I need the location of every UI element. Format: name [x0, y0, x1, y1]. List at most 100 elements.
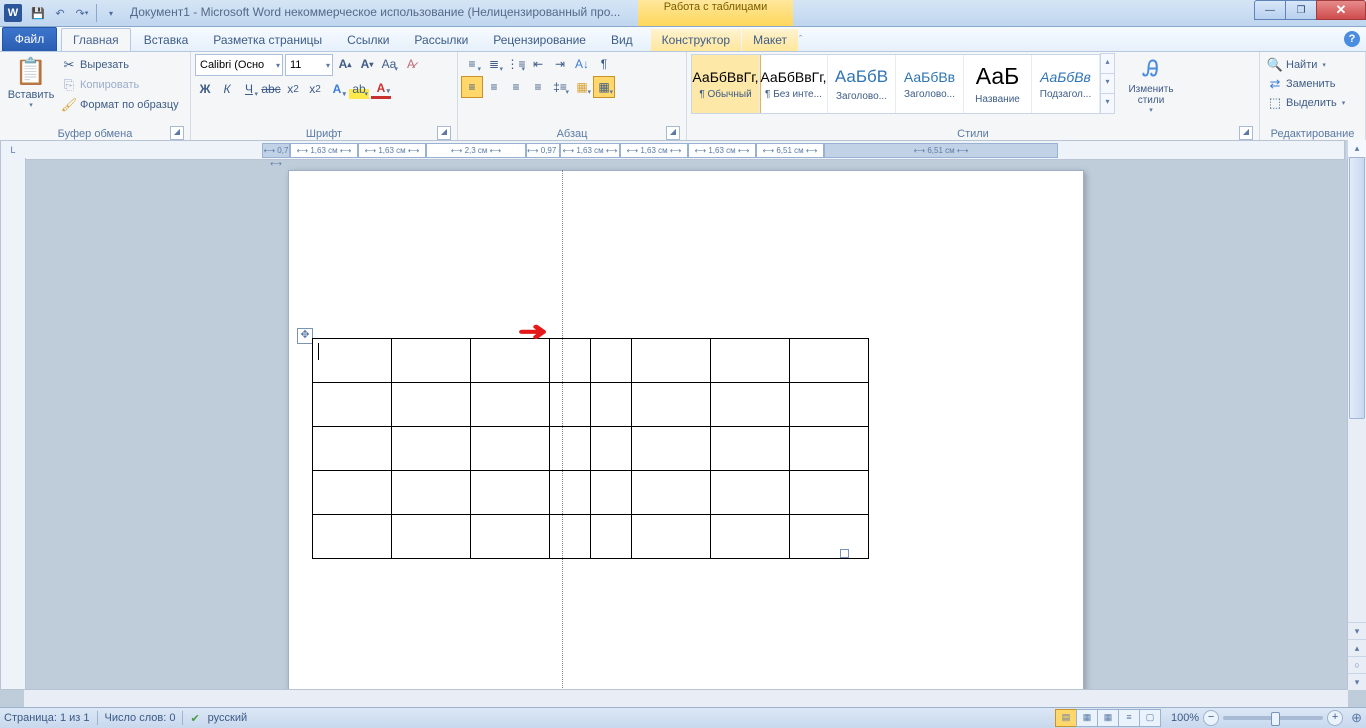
font-color-button[interactable]: A▾ [371, 79, 391, 99]
help-icon[interactable]: ? [1344, 31, 1360, 47]
shading-button[interactable]: ▦▾ [572, 77, 592, 97]
horizontal-ruler[interactable]: ⟷ 0,7 ⟷⟷ 1,63 см ⟷⟷ 1,63 см ⟷⟷ 2,3 см ⟷⟷… [24, 140, 1345, 160]
page-status[interactable]: Страница: 1 из 1 [4, 712, 90, 724]
decrease-indent-button[interactable]: ⇤ [528, 54, 548, 74]
restore-button[interactable]: ❐ [1285, 0, 1317, 20]
justify-button[interactable]: ≡ [528, 77, 548, 97]
table-resize-handle[interactable] [840, 549, 849, 558]
proofing-icon[interactable]: ✔ [190, 712, 199, 725]
grow-font-button[interactable]: A▴ [335, 54, 355, 74]
style-item[interactable]: АаБбВвЗаголово... [896, 55, 964, 113]
font-launcher[interactable]: ◢ [437, 126, 451, 140]
style-item[interactable]: АаБбВвГг,¶ Без инте... [760, 55, 828, 113]
browse-object[interactable]: ○ [1348, 656, 1366, 673]
italic-button[interactable]: К [217, 79, 237, 99]
clipboard-launcher[interactable]: ◢ [170, 126, 184, 140]
replace-button[interactable]: ⇄Заменить [1264, 75, 1361, 93]
undo-button[interactable]: ↶ [50, 3, 70, 23]
styles-launcher[interactable]: ◢ [1239, 126, 1253, 140]
language-status[interactable]: русский [208, 712, 247, 724]
strikethrough-button[interactable]: abc [261, 79, 281, 99]
show-marks-button[interactable]: ¶ [594, 54, 614, 74]
cut-button[interactable]: ✂Вырезать [58, 56, 182, 74]
increase-indent-button[interactable]: ⇥ [550, 54, 570, 74]
change-styles-button[interactable]: Ꭿ Изменить стили ▾ [1119, 54, 1183, 114]
style-item[interactable]: АаБбВЗаголово... [828, 55, 896, 113]
prev-page-nav[interactable]: ▴ [1348, 639, 1366, 656]
review-tab[interactable]: Рецензирование [481, 28, 598, 51]
bullets-button[interactable]: ≡▾ [462, 54, 482, 74]
file-tab[interactable]: Файл [2, 27, 57, 51]
close-button[interactable]: ✕ [1316, 0, 1366, 20]
bold-button[interactable]: Ж [195, 79, 215, 99]
print-layout-view[interactable]: ▤ [1055, 709, 1077, 727]
insert-tab[interactable]: Вставка [132, 28, 201, 51]
qat-customize[interactable]: ▾ [101, 3, 121, 23]
underline-button[interactable]: Ч▾ [239, 79, 259, 99]
view-tab[interactable]: Вид [599, 28, 645, 51]
home-tab[interactable]: Главная [61, 28, 131, 51]
align-right-button[interactable]: ≡ [506, 77, 526, 97]
paragraph-group: ≡▾ ≣▾ ⋮≡▾ ⇤ ⇥ A↓ ¶ ≡ ≡ ≡ ≡ ‡≡▾ ▦▾ ▦▾ Абз… [458, 52, 687, 142]
mailings-tab[interactable]: Рассылки [402, 28, 480, 51]
ruler-corner[interactable]: L [0, 140, 26, 160]
borders-button[interactable]: ▦▾ [594, 77, 614, 97]
highlight-button[interactable]: ab▾ [349, 79, 369, 99]
zoom-fit[interactable]: ⊕ [1351, 710, 1362, 726]
format-painter-button[interactable]: 🖌Формат по образцу [58, 96, 182, 114]
styles-gallery[interactable]: АаБбВвГг,¶ ОбычныйАаБбВвГг,¶ Без инте...… [691, 54, 1101, 114]
copy-button[interactable]: ⎘Копировать [58, 76, 182, 94]
align-left-button[interactable]: ≡ [462, 77, 482, 97]
font-size-combo[interactable]: 11▾ [285, 54, 333, 76]
line-spacing-button[interactable]: ‡≡▾ [550, 77, 570, 97]
font-name-combo[interactable]: Calibri (Осно▾ [195, 54, 283, 76]
shrink-font-button[interactable]: A▾ [357, 54, 377, 74]
zoom-thumb[interactable] [1271, 712, 1280, 726]
save-button[interactable]: 💾 [28, 3, 48, 23]
text-effects-button[interactable]: A▾ [327, 79, 347, 99]
scroll-up[interactable]: ▴ [1347, 140, 1366, 158]
zoom-slider[interactable] [1223, 716, 1323, 720]
minimize-button[interactable]: — [1254, 0, 1286, 20]
table-design-tab[interactable]: Конструктор [651, 29, 741, 51]
document-table[interactable] [312, 338, 869, 559]
sort-button[interactable]: A↓ [572, 54, 592, 74]
change-styles-icon: Ꭿ [1143, 56, 1159, 82]
word-count[interactable]: Число слов: 0 [105, 712, 176, 724]
web-view[interactable]: ▦ [1097, 709, 1119, 727]
subscript-button[interactable]: x2 [283, 79, 303, 99]
change-case-button[interactable]: Aa▾ [379, 54, 399, 74]
redo-button[interactable]: ↷▾ [72, 3, 92, 23]
superscript-button[interactable]: x2 [305, 79, 325, 99]
align-center-button[interactable]: ≡ [484, 77, 504, 97]
scroll-thumb[interactable] [1349, 157, 1365, 419]
draft-view[interactable]: ▢ [1139, 709, 1161, 727]
find-button[interactable]: 🔍Найти▾ [1264, 56, 1361, 74]
paragraph-launcher[interactable]: ◢ [666, 126, 680, 140]
page-layout-tab[interactable]: Разметка страницы [201, 28, 334, 51]
paste-button[interactable]: 📋 Вставить ▾ [4, 54, 58, 114]
table-layout-tab[interactable]: Макет [742, 29, 798, 51]
clear-formatting-button[interactable]: A̷ [401, 54, 421, 74]
zoom-out[interactable]: − [1203, 710, 1219, 726]
minimize-ribbon[interactable]: ˆ [799, 34, 802, 44]
horizontal-scrollbar[interactable] [24, 689, 1348, 708]
numbering-button[interactable]: ≣▾ [484, 54, 504, 74]
style-item[interactable]: АаБНазвание [964, 55, 1032, 113]
qat-separator [96, 4, 97, 22]
fullscreen-view[interactable]: ▦ [1076, 709, 1098, 727]
next-page-nav[interactable]: ▾ [1348, 673, 1366, 690]
vertical-scrollbar[interactable]: ▴ ▾ ▴ ○ ▾ [1347, 140, 1366, 690]
style-item[interactable]: АаБбВвПодзагол... [1032, 55, 1100, 113]
zoom-in[interactable]: + [1327, 710, 1343, 726]
table-move-handle[interactable]: ✥ [297, 328, 313, 344]
multilevel-button[interactable]: ⋮≡▾ [506, 54, 526, 74]
outline-view[interactable]: ≡ [1118, 709, 1140, 727]
gallery-scroll[interactable]: ▴▾▾ [1101, 54, 1115, 114]
select-button[interactable]: ⬚Выделить▾ [1264, 94, 1361, 112]
zoom-level[interactable]: 100% [1171, 712, 1199, 724]
vertical-ruler[interactable] [0, 158, 26, 690]
style-item[interactable]: АаБбВвГг,¶ Обычный [692, 55, 760, 113]
references-tab[interactable]: Ссылки [335, 28, 401, 51]
scroll-down[interactable]: ▾ [1348, 622, 1366, 639]
